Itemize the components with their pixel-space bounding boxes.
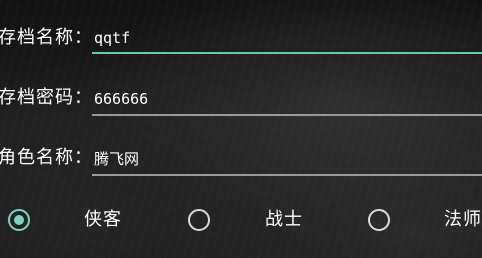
character-name-input[interactable]: 腾飞网 — [92, 149, 482, 169]
save-password-row: 存档密码： 666666 — [0, 84, 482, 124]
save-name-label: 存档名称： — [0, 27, 93, 48]
character-name-label: 角色名称： — [0, 147, 93, 168]
save-password-underline — [92, 114, 482, 116]
save-password-label: 存档密码： — [0, 87, 93, 108]
role-radio-xiake[interactable] — [8, 209, 30, 231]
role-label-xiake[interactable]: 侠客 — [84, 208, 122, 232]
save-name-underline — [92, 52, 482, 54]
role-label-zhanshi[interactable]: 战士 — [265, 208, 303, 232]
role-radio-fashi[interactable] — [368, 209, 390, 231]
save-name-input[interactable]: qqtf — [92, 28, 482, 48]
radio-selected-dot-icon — [14, 215, 24, 225]
character-name-row: 角色名称： 腾飞网 — [0, 144, 482, 184]
role-label-fashi[interactable]: 法师 — [444, 208, 482, 232]
role-radio-group: 侠客 战士 法师 — [0, 200, 482, 240]
save-name-row: 存档名称： qqtf — [0, 24, 482, 64]
character-name-underline — [92, 174, 482, 176]
role-radio-zhanshi[interactable] — [188, 209, 210, 231]
save-password-input[interactable]: 666666 — [92, 89, 482, 109]
